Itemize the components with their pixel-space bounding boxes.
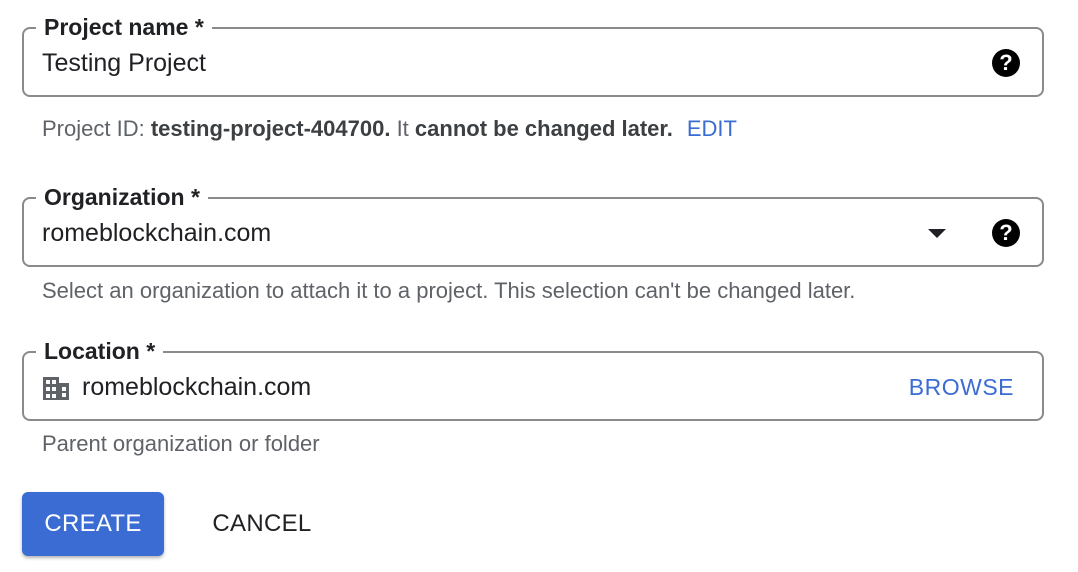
project-id-prefix: Project ID: [42, 116, 151, 141]
help-circle-icon[interactable]: ? [992, 49, 1020, 77]
location-value: romeblockchain.com [82, 373, 312, 401]
browse-button[interactable]: BROWSE [909, 372, 1014, 402]
location-field[interactable]: Location * romeblockchain.com BROWSE [22, 336, 1044, 421]
help-circle-icon[interactable]: ? [992, 219, 1020, 247]
project-id-warning: cannot be changed later. [414, 116, 673, 141]
project-id-hint: Project ID: testing-project-404700. It c… [42, 115, 737, 143]
cancel-button[interactable]: CANCEL [196, 492, 328, 556]
edit-project-id-link[interactable]: EDIT [687, 116, 737, 141]
project-name-input[interactable]: Testing Project [42, 48, 206, 78]
dropdown-arrow-icon[interactable] [928, 229, 946, 238]
organization-label: Organization * [36, 182, 208, 212]
organization-select[interactable]: Organization * romeblockchain.com ? [22, 182, 1044, 267]
location-label: Location * [36, 336, 164, 366]
organization-hint: Select an organization to attach it to a… [42, 278, 856, 303]
project-name-label: Project name * [36, 12, 212, 42]
project-name-field[interactable]: Project name * Testing Project ? [22, 12, 1044, 97]
organization-value: romeblockchain.com [42, 219, 272, 247]
building-icon [43, 377, 69, 400]
project-id-middle: It [390, 116, 415, 141]
project-id-value: testing-project-404700. [150, 116, 391, 141]
location-hint: Parent organization or folder [42, 431, 320, 456]
create-button[interactable]: CREATE [22, 492, 164, 556]
